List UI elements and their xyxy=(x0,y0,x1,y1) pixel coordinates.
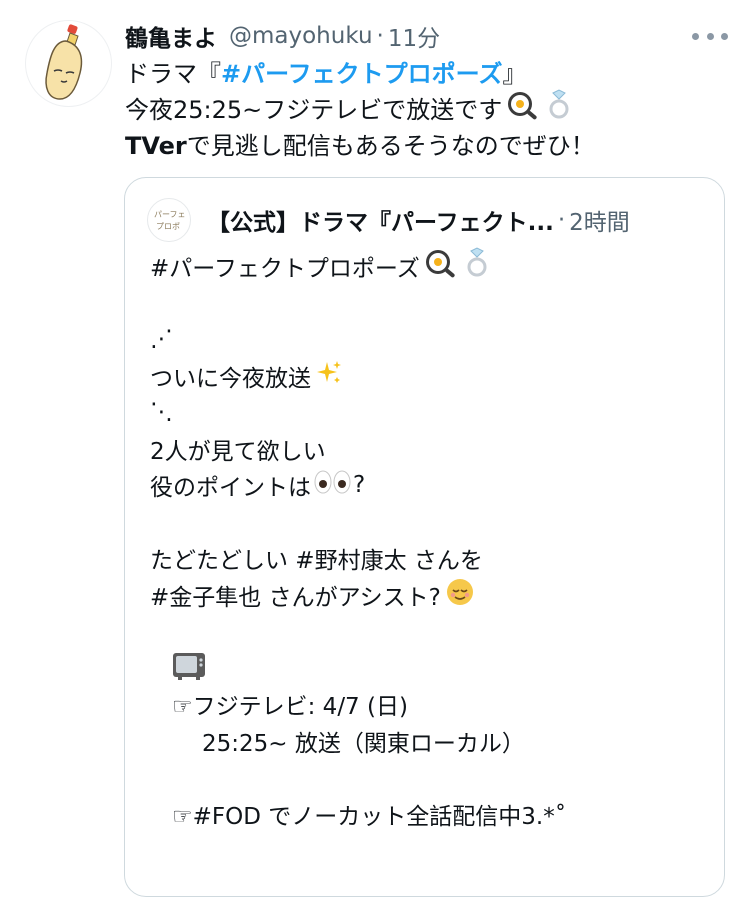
quote-line-hashtag: #パーフェクトプロポーズ xyxy=(150,247,710,285)
quote-separator: · xyxy=(557,207,566,233)
deco-bottom-text: ⋱ xyxy=(150,399,173,426)
svg-text:パーフェ: パーフェ xyxy=(154,210,186,219)
quote-blank-line xyxy=(150,504,710,541)
quote-blank-line xyxy=(150,759,710,796)
ring-icon xyxy=(544,89,574,131)
kaneko-text: #金子隼也 さんがアシスト? xyxy=(150,584,441,611)
svg-text:プロポ: プロポ xyxy=(156,222,180,231)
broadcast-time-text: 25:25~ 放送（関東ローカル） xyxy=(202,730,525,757)
quote-time: 2時間 xyxy=(569,210,630,236)
more-icon[interactable] xyxy=(692,24,728,48)
tweet-line-3: TVer で見逃し配信もあるそうなのでぜひ！ xyxy=(125,128,725,164)
frying-pan-egg-icon xyxy=(424,248,458,284)
quote-line-tonight: ついに今夜放送 xyxy=(150,358,710,395)
relieved-face-icon xyxy=(445,577,475,613)
quote-body: #パーフェクトプロポーズ ⋰ ついに今夜放送 ⋱ 2人が見て欲しい 役のポイント… xyxy=(150,247,710,833)
point-text: 役のポイントは xyxy=(150,475,311,502)
quote-avatar: パーフェ プロポ xyxy=(147,198,191,242)
quote-line-kaneko: #金子隼也 さんがアシスト? xyxy=(150,577,710,614)
quote-line-two-people: 2人が見て欲しい xyxy=(150,431,710,468)
quote-hashtag-text: #パーフェクトプロポーズ xyxy=(150,256,420,283)
sparkles-icon xyxy=(315,359,343,393)
quote-line-time: 25:25~ 放送（関東ローカル） xyxy=(150,723,710,760)
line1-prefix: ドラマ『 xyxy=(125,60,221,88)
quote-line-deco-top: ⋰ xyxy=(150,321,710,358)
quote-line-point: 役のポイントは ? xyxy=(150,467,710,504)
quote-line-deco-bottom: ⋱ xyxy=(150,394,710,431)
point-question: ? xyxy=(353,472,366,499)
quote-blank-line xyxy=(150,285,710,322)
television-icon xyxy=(172,650,206,686)
deco-top-text: ⋰ xyxy=(150,326,173,353)
quote-blank-line xyxy=(150,613,710,650)
tweet-text: ドラマ『 #パーフェクトプロポーズ 』 今夜25:25~フジテレビで放送です T… xyxy=(125,56,725,164)
tonight-text: ついに今夜放送 xyxy=(150,365,311,392)
quote-header: パーフェプロポ 【公式】ドラマ『パーフェクト... · 2時間 xyxy=(147,198,630,242)
author-name[interactable]: 鶴亀まよ xyxy=(125,19,217,53)
tweet-line-1: ドラマ『 #パーフェクトプロポーズ 』 xyxy=(125,56,725,92)
author-handle[interactable]: @mayohuku xyxy=(229,23,373,49)
quote-line-nomura: たどたどしい #野村康太 さんを xyxy=(150,540,710,577)
tweet-header: 鶴亀まよ @mayohuku · 11分 xyxy=(125,18,440,54)
eyes-icon xyxy=(313,469,353,501)
quote-line-fod: ☞#FOD でノーカット全話配信中3.*˚ xyxy=(150,796,710,833)
line2-text: 今夜25:25~フジテレビで放送です xyxy=(125,96,503,124)
line3-rest: で見逃し配信もあるそうなのでぜひ！ xyxy=(186,132,595,160)
quote-author-name[interactable]: 【公式】ドラマ『パーフェクト... xyxy=(207,203,554,237)
nomura-text: たどたどしい #野村康太 さんを xyxy=(150,548,483,575)
line1-suffix: 』 xyxy=(502,60,527,88)
quote-line-tv xyxy=(150,650,710,687)
fuji-text: ☞フジテレビ: 4/7 (日) xyxy=(172,694,408,721)
quote-line-fuji: ☞フジテレビ: 4/7 (日) xyxy=(150,686,710,723)
quoted-tweet[interactable]: パーフェプロポ 【公式】ドラマ『パーフェクト... · 2時間 #パーフェクトプ… xyxy=(124,177,725,897)
separator: · xyxy=(376,23,384,49)
tweet-line-2: 今夜25:25~フジテレビで放送です xyxy=(125,89,725,131)
tver-text: TVer xyxy=(125,132,187,160)
hashtag-link[interactable]: #パーフェクトプロポーズ xyxy=(221,56,502,92)
avatar-mayonnaise-icon xyxy=(45,24,83,100)
tweet-time[interactable]: 11分 xyxy=(388,19,440,53)
two-people-text: 2人が見て欲しい xyxy=(150,438,326,465)
frying-pan-egg-icon xyxy=(506,90,540,130)
ring-icon xyxy=(462,247,492,285)
author-avatar[interactable] xyxy=(25,20,112,107)
fod-text: ☞#FOD でノーカット全話配信中3.*˚ xyxy=(172,803,567,830)
